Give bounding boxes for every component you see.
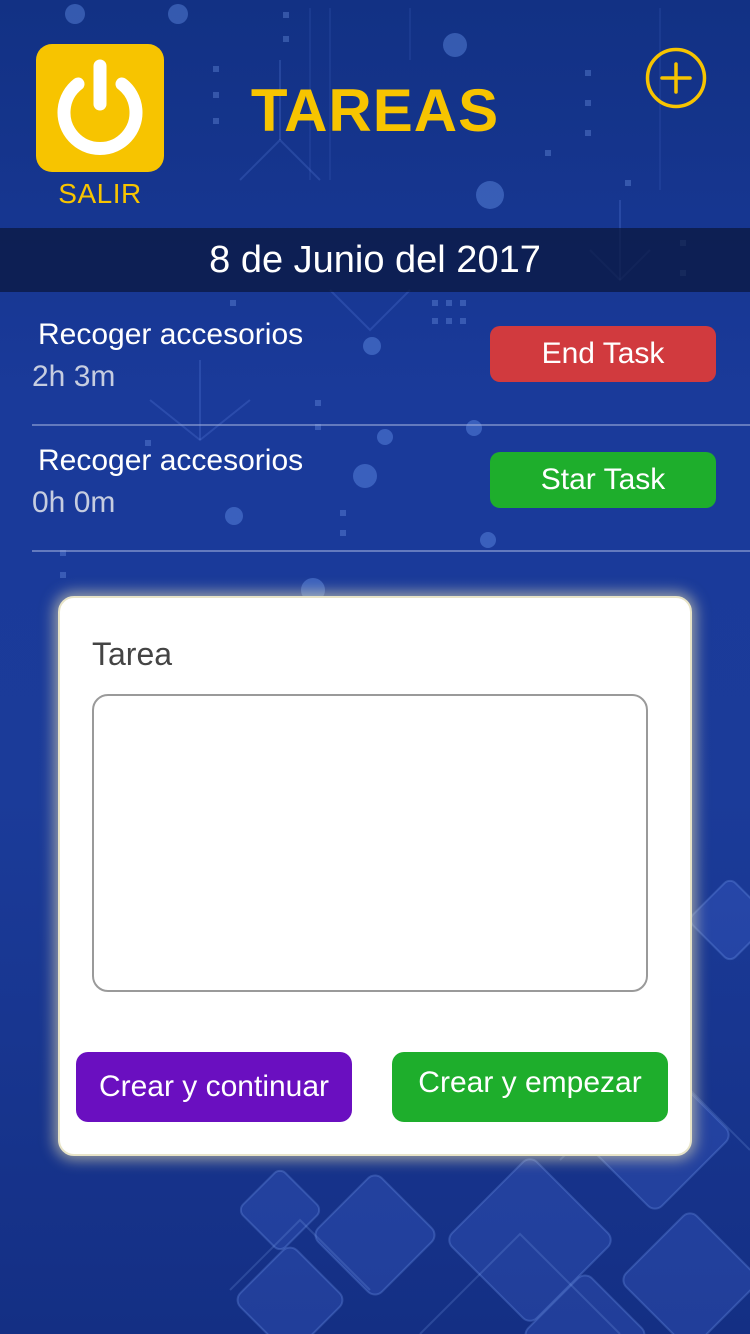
task-field-label: Tarea (92, 636, 173, 672)
task-row: Recoger accesorios 0h 0m Star Task (32, 426, 750, 552)
create-start-button[interactable]: Crear y empezar (392, 1052, 668, 1122)
page-title: TAREAS (250, 77, 500, 144)
create-continue-button[interactable]: Crear y continuar (76, 1052, 352, 1122)
add-task-button[interactable] (644, 46, 708, 110)
date-text: 8 de Junio del 2017 (209, 238, 541, 281)
end-task-button[interactable]: End Task (490, 326, 716, 382)
task-time: 0h 0m (32, 486, 116, 519)
task-name: Recoger accesorios (38, 444, 304, 477)
start-task-button[interactable]: Star Task (490, 452, 716, 508)
task-input[interactable] (92, 694, 648, 992)
plus-circle-icon (645, 47, 707, 109)
task-time: 2h 3m (32, 360, 116, 393)
task-row: Recoger accesorios 2h 3m End Task (32, 300, 750, 426)
exit-label[interactable]: SALIR (36, 178, 164, 210)
task-name: Recoger accesorios (38, 318, 304, 351)
date-bar: 8 de Junio del 2017 (0, 228, 750, 292)
new-task-dialog: Tarea Crear y continuar Crear y empezar (58, 596, 692, 1156)
